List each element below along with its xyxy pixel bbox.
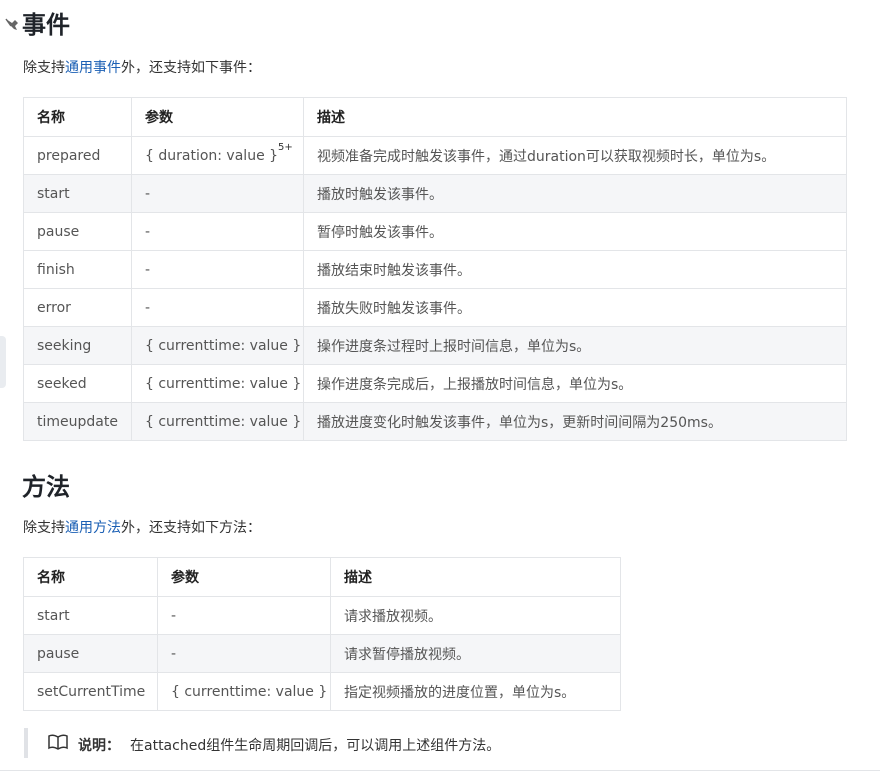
methods-heading: 方法 bbox=[22, 473, 70, 501]
event-desc: 操作进度条过程时上报时间信息，单位为s。 bbox=[303, 326, 847, 365]
method-name: start bbox=[23, 596, 158, 635]
events-intro: 除支持通用事件外，还支持如下事件： bbox=[23, 58, 261, 78]
event-name: start bbox=[23, 174, 132, 213]
table-row: seeked { currenttime: value } 操作进度条完成后，上… bbox=[23, 364, 847, 403]
document-page: 事件 除支持通用事件外，还支持如下事件： 名称 参数 描述 prepared {… bbox=[0, 0, 880, 776]
event-desc: 播放时触发该事件。 bbox=[303, 174, 847, 213]
events-table: 名称 参数 描述 prepared { duration: value }5+ … bbox=[23, 97, 847, 441]
event-param: - bbox=[131, 212, 304, 251]
table-row: pause - 暂停时触发该事件。 bbox=[23, 212, 847, 251]
event-desc: 操作进度条完成后，上报播放时间信息，单位为s。 bbox=[303, 364, 847, 403]
event-param: { currenttime: value } bbox=[131, 364, 304, 403]
intro-text: 除支持 bbox=[23, 60, 65, 76]
col-header-desc: 描述 bbox=[303, 97, 847, 137]
method-desc: 请求播放视频。 bbox=[330, 596, 621, 635]
event-param: - bbox=[131, 174, 304, 213]
method-name: setCurrentTime bbox=[23, 672, 158, 711]
table-row: start - 播放时触发该事件。 bbox=[23, 174, 847, 213]
event-desc: 播放结束时触发该事件。 bbox=[303, 250, 847, 289]
note-label: 说明： bbox=[78, 738, 120, 754]
event-desc: 播放失败时触发该事件。 bbox=[303, 288, 847, 327]
event-name: seeking bbox=[23, 326, 132, 365]
common-events-link[interactable]: 通用事件 bbox=[65, 60, 121, 76]
table-row: finish - 播放结束时触发该事件。 bbox=[23, 250, 847, 289]
methods-table: 名称 参数 描述 start - 请求播放视频。 pause - 请求暂停播放视… bbox=[23, 557, 621, 711]
event-param: - bbox=[131, 288, 304, 327]
table-row: pause - 请求暂停播放视频。 bbox=[23, 634, 621, 673]
method-desc: 请求暂停播放视频。 bbox=[330, 634, 621, 673]
event-desc: 暂停时触发该事件。 bbox=[303, 212, 847, 251]
table-row: setCurrentTime { currenttime: value } 指定… bbox=[23, 672, 621, 711]
events-heading: 事件 bbox=[22, 11, 70, 39]
side-panel-handle[interactable] bbox=[0, 336, 6, 388]
event-param: - bbox=[131, 250, 304, 289]
book-icon bbox=[48, 734, 68, 750]
table-header-row: 名称 参数 描述 bbox=[23, 557, 621, 597]
col-header-param: 参数 bbox=[157, 557, 331, 597]
intro-text: 除支持 bbox=[23, 520, 65, 536]
method-param: - bbox=[157, 634, 331, 673]
note-callout: 说明： 在attached组件生命周期回调后，可以调用上述组件方法。 bbox=[24, 728, 628, 758]
method-param: { currenttime: value } bbox=[157, 672, 331, 711]
table-header-row: 名称 参数 描述 bbox=[23, 97, 847, 137]
col-header-param: 参数 bbox=[131, 97, 304, 137]
event-param: { currenttime: value } bbox=[131, 402, 304, 441]
event-desc: 视频准备完成时触发该事件，通过duration可以获取视频时长，单位为s。 bbox=[303, 136, 847, 175]
methods-intro: 除支持通用方法外，还支持如下方法： bbox=[23, 518, 261, 538]
col-header-name: 名称 bbox=[23, 97, 132, 137]
method-name: pause bbox=[23, 634, 158, 673]
pin-icon[interactable] bbox=[3, 14, 23, 34]
event-name: error bbox=[23, 288, 132, 327]
table-row: seeking { currenttime: value } 操作进度条过程时上… bbox=[23, 326, 847, 365]
table-row: start - 请求播放视频。 bbox=[23, 596, 621, 635]
event-name: pause bbox=[23, 212, 132, 251]
table-row: prepared { duration: value }5+ 视频准备完成时触发… bbox=[23, 136, 847, 175]
event-name: timeupdate bbox=[23, 402, 132, 441]
event-param: { duration: value }5+ bbox=[131, 136, 304, 175]
intro-text: 外，还支持如下事件： bbox=[121, 60, 261, 76]
table-row: timeupdate { currenttime: value } 播放进度变化… bbox=[23, 402, 847, 441]
col-header-desc: 描述 bbox=[330, 557, 621, 597]
event-desc: 播放进度变化时触发该事件，单位为s，更新时间间隔为250ms。 bbox=[303, 402, 847, 441]
note-text: 在attached组件生命周期回调后，可以调用上述组件方法。 bbox=[130, 738, 501, 754]
event-name: prepared bbox=[23, 136, 132, 175]
event-name: seeked bbox=[23, 364, 132, 403]
table-row: error - 播放失败时触发该事件。 bbox=[23, 288, 847, 327]
divider bbox=[0, 770, 880, 771]
param-text: { duration: value } bbox=[145, 147, 279, 164]
common-methods-link[interactable]: 通用方法 bbox=[65, 520, 121, 536]
method-desc: 指定视频播放的进度位置，单位为s。 bbox=[330, 672, 621, 711]
version-badge: 5+ bbox=[278, 141, 293, 153]
method-param: - bbox=[157, 596, 331, 635]
event-name: finish bbox=[23, 250, 132, 289]
intro-text: 外，还支持如下方法： bbox=[121, 520, 261, 536]
event-param: { currenttime: value } bbox=[131, 326, 304, 365]
col-header-name: 名称 bbox=[23, 557, 158, 597]
